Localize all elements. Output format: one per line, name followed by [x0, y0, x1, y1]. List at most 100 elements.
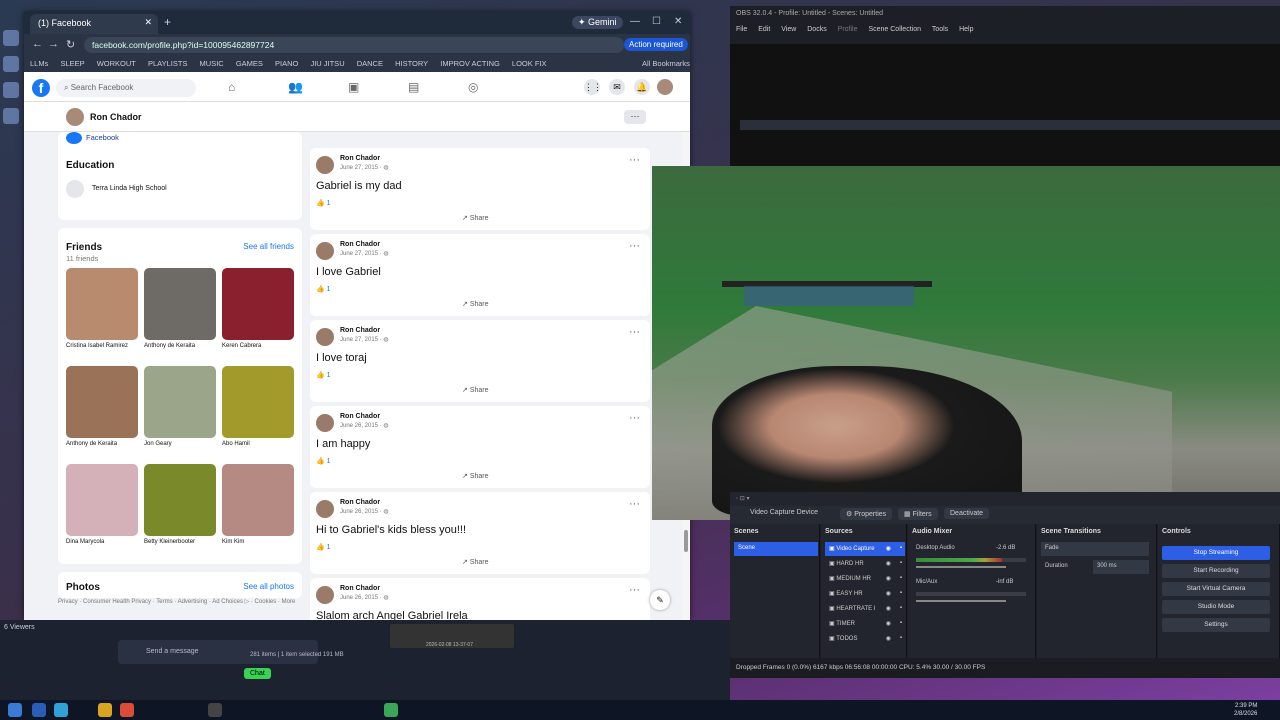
lock-icon[interactable]: ▪	[900, 635, 902, 641]
notifications-icon[interactable]: 🔔	[634, 79, 650, 95]
friend-name[interactable]: Dina Marycola	[66, 539, 138, 545]
bookmark-item[interactable]: JIU JITSU	[310, 59, 344, 68]
avatar[interactable]	[316, 328, 334, 346]
friend-name[interactable]: Kim Kim	[222, 539, 294, 545]
facebook-link[interactable]: Facebook	[66, 132, 119, 144]
like-count[interactable]: 👍 1	[316, 543, 331, 551]
share-button[interactable]: ↗ Share	[462, 558, 489, 566]
more-options-button[interactable]: ···	[624, 110, 646, 124]
post-author[interactable]: Ron Chador	[340, 413, 380, 420]
video-icon[interactable]: ▣	[348, 80, 359, 94]
post-date[interactable]: June 26, 2015 · ◍	[340, 594, 389, 601]
maximize-icon[interactable]: ☐	[652, 16, 661, 27]
bookmark-item[interactable]: HISTORY	[395, 59, 428, 68]
avatar[interactable]	[66, 108, 84, 126]
eye-icon[interactable]: ◉	[886, 620, 891, 627]
start-virtual-camera-button[interactable]: Start Virtual Camera	[1162, 582, 1270, 596]
action-required-button[interactable]: Action required	[624, 38, 688, 51]
friend-photo[interactable]	[144, 268, 216, 340]
like-count[interactable]: 👍 1	[316, 285, 331, 293]
lock-icon[interactable]: ▪	[900, 590, 902, 596]
friend-photo[interactable]	[144, 464, 216, 536]
post-author[interactable]: Ron Chador	[340, 241, 380, 248]
studio-mode-button[interactable]: Studio Mode	[1162, 600, 1270, 614]
bookmark-item[interactable]: IMPROV ACTING	[440, 59, 500, 68]
desktop-icon[interactable]	[3, 82, 19, 98]
footer-links[interactable]: Privacy · Consumer Health Privacy · Term…	[58, 598, 302, 606]
share-button[interactable]: ↗ Share	[462, 386, 489, 394]
friend-photo[interactable]	[66, 366, 138, 438]
bookmark-item[interactable]: PLAYLISTS	[148, 59, 187, 68]
bookmark-item[interactable]: LLMs	[30, 59, 48, 68]
friend-name[interactable]: Betty Kleinerbooter	[144, 539, 216, 545]
post-date[interactable]: June 27, 2015 · ◍	[340, 336, 389, 343]
facebook-logo-icon[interactable]: f	[32, 79, 50, 97]
close-window-icon[interactable]: ✕	[674, 16, 682, 27]
friend-name[interactable]: Keren Cabrera	[222, 343, 294, 349]
friend-tile[interactable]: Betty Kleinerbooter	[144, 464, 216, 545]
avatar[interactable]	[316, 242, 334, 260]
eye-icon[interactable]: ◉	[886, 545, 891, 552]
bookmark-item[interactable]: All Bookmarks	[642, 59, 690, 68]
menu-view[interactable]: View	[781, 26, 796, 33]
eye-icon[interactable]: ◉	[886, 560, 891, 567]
friend-name[interactable]: Anthony de Keraita	[144, 343, 216, 349]
friend-name[interactable]: Anthony de Keraita	[66, 441, 138, 447]
lock-icon[interactable]: ▪	[900, 620, 902, 626]
see-all-photos-link[interactable]: See all photos	[243, 582, 294, 591]
post-date[interactable]: June 27, 2015 · ◍	[340, 164, 389, 171]
compose-icon[interactable]: ✎	[650, 590, 670, 610]
properties-button[interactable]: ⚙ Properties	[840, 508, 893, 520]
account-avatar[interactable]	[657, 79, 673, 95]
scene-item[interactable]: Scene	[734, 542, 818, 556]
avatar[interactable]	[316, 156, 334, 174]
post-options-icon[interactable]: ···	[629, 240, 640, 252]
start-recording-button[interactable]: Start Recording	[1162, 564, 1270, 578]
avatar[interactable]	[316, 586, 334, 604]
like-count[interactable]: 👍 1	[316, 199, 331, 207]
post-author[interactable]: Ron Chador	[340, 499, 380, 506]
eye-icon[interactable]: ◉	[886, 575, 891, 582]
settings-button[interactable]: Settings	[1162, 618, 1270, 632]
menu-grid-icon[interactable]: ⋮⋮	[584, 79, 602, 95]
avatar[interactable]	[316, 414, 334, 432]
avatar[interactable]	[316, 500, 334, 518]
post-date[interactable]: June 26, 2015 · ◍	[340, 508, 389, 515]
marketplace-icon[interactable]: ▤	[408, 80, 419, 94]
source-item[interactable]: ▣ HARD HR ◉ ▪	[825, 557, 905, 571]
lock-icon[interactable]: ▪	[900, 575, 902, 581]
search-input[interactable]: ⌕ Search Facebook	[56, 79, 196, 97]
taskbar-app-icon[interactable]	[32, 703, 46, 717]
menu-edit[interactable]: Edit	[758, 26, 770, 33]
friend-photo[interactable]	[144, 366, 216, 438]
post-options-icon[interactable]: ···	[629, 154, 640, 166]
menu-file[interactable]: File	[736, 26, 747, 33]
taskbar-app-icon[interactable]	[54, 703, 68, 717]
bookmark-item[interactable]: DANCE	[357, 59, 383, 68]
post-author[interactable]: Ron Chador	[340, 585, 380, 592]
chrome-icon[interactable]	[120, 703, 134, 717]
source-item[interactable]: ▣ TODOS ◉ ▪	[825, 632, 905, 646]
post-author[interactable]: Ron Chador	[340, 155, 380, 162]
post-author[interactable]: Ron Chador	[340, 327, 380, 334]
source-item[interactable]: ▣ Video Capture ◉ ▪	[825, 542, 905, 556]
friend-name[interactable]: Jon Geary	[144, 441, 216, 447]
source-item[interactable]: ▣ TIMER ◉ ▪	[825, 617, 905, 631]
bookmark-item[interactable]: GAMES	[236, 59, 263, 68]
photos-heading[interactable]: Photos	[66, 582, 100, 593]
messenger-icon[interactable]: ✉	[609, 79, 625, 95]
friend-tile[interactable]: Dina Marycola	[66, 464, 138, 545]
see-all-friends-link[interactable]: See all friends	[243, 242, 294, 251]
friend-photo[interactable]	[66, 268, 138, 340]
share-button[interactable]: ↗ Share	[462, 214, 489, 222]
obs-icon[interactable]	[208, 703, 222, 717]
taskbar-app-icon[interactable]	[384, 703, 398, 717]
menu-help[interactable]: Help	[959, 26, 973, 33]
gemini-button[interactable]: ✦ Gemini	[572, 16, 623, 29]
duration-input[interactable]: 300 ms	[1093, 560, 1149, 574]
post-options-icon[interactable]: ···	[629, 412, 640, 424]
bookmark-item[interactable]: PIANO	[275, 59, 298, 68]
transition-select[interactable]: Fade	[1041, 542, 1149, 556]
eye-icon[interactable]: ◉	[886, 635, 891, 642]
url-input[interactable]: facebook.com/profile.php?id=100095462897…	[84, 37, 624, 53]
